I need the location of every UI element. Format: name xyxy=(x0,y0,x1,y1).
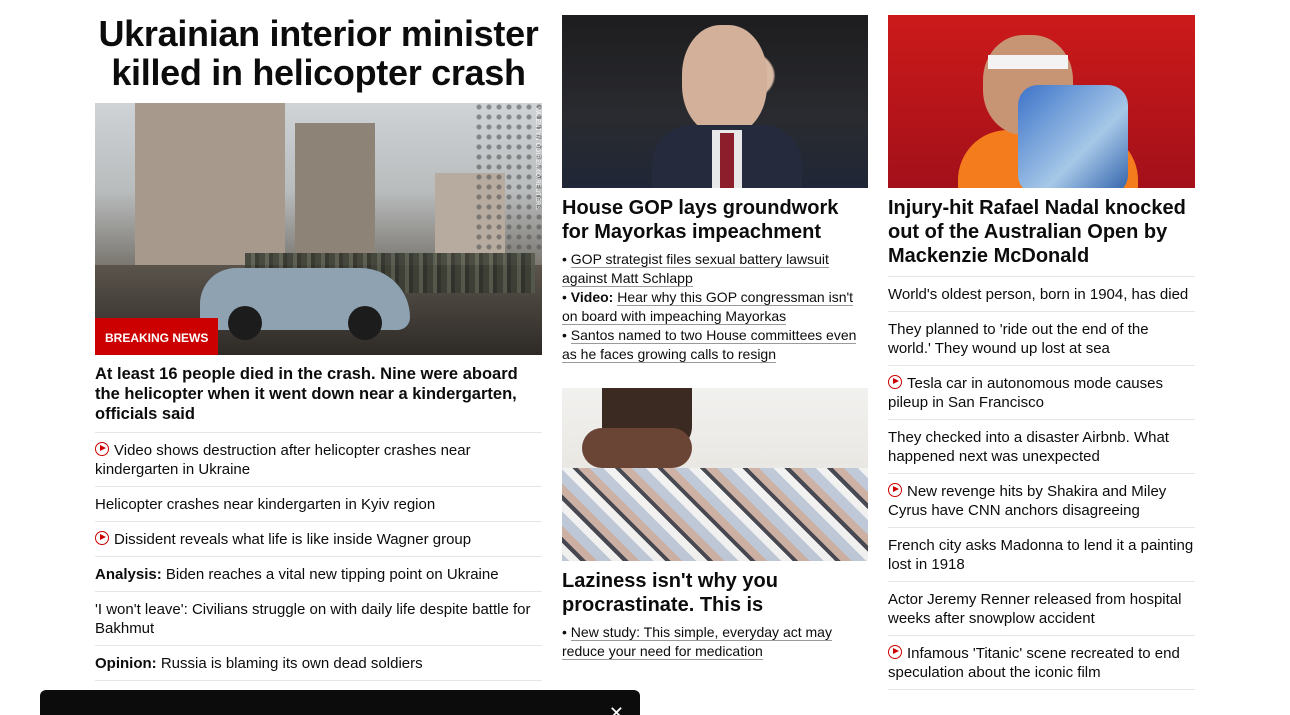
lead-hero-image[interactable]: VALENTYN OGIRENKO/REUTERS BREAKING NEWS xyxy=(95,103,542,355)
headline-link[interactable]: Infamous 'Titanic' scene recreated to en… xyxy=(888,636,1195,690)
right-column-links: World's oldest person, born in 1904, has… xyxy=(888,276,1195,690)
lead-related-links: Video shows destruction after helicopter… xyxy=(95,433,542,715)
sublink-item[interactable]: • New study: This simple, everyday act m… xyxy=(562,623,868,661)
headline-link[interactable]: Analysis: Biden reaches a vital new tipp… xyxy=(95,557,542,592)
headline-link[interactable]: They planned to 'ride out the end of the… xyxy=(888,312,1195,366)
link-label-prefix: Opinion: xyxy=(95,655,157,672)
lead-summary[interactable]: At least 16 people died in the crash. Ni… xyxy=(95,364,542,433)
link-text: Video shows destruction after helicopter… xyxy=(95,442,471,478)
play-icon xyxy=(888,645,902,659)
headline-link[interactable]: Video shows destruction after helicopter… xyxy=(95,433,542,487)
mayorkas-photo[interactable] xyxy=(562,15,868,188)
link-text: They planned to 'ride out the end of the… xyxy=(888,321,1149,357)
link-text: French city asks Madonna to lend it a pa… xyxy=(888,537,1194,573)
wheel-shape xyxy=(348,306,382,340)
link-text: Russia is blaming its own dead soldiers xyxy=(156,655,423,672)
link-text: New revenge hits by Shakira and Miley Cy… xyxy=(888,483,1167,519)
link-text: They checked into a disaster Airbnb. Wha… xyxy=(888,429,1169,465)
link-text: Santos named to two House committees eve… xyxy=(562,327,857,363)
headline-link[interactable]: Dissident reveals what life is like insi… xyxy=(95,522,542,557)
nadal-story-title[interactable]: Injury-hit Rafael Nadal knocked out of t… xyxy=(888,196,1195,268)
link-text: Actor Jeremy Renner released from hospit… xyxy=(888,591,1182,627)
link-text: Tesla car in autonomous mode causes pile… xyxy=(888,375,1163,411)
right-column: Injury-hit Rafael Nadal knocked out of t… xyxy=(888,0,1195,690)
laziness-story-title[interactable]: Laziness isn't why you procrastinate. Th… xyxy=(562,569,868,617)
breaking-news-badge: BREAKING NEWS xyxy=(95,318,219,355)
headline-link[interactable]: Opinion: Russia is blaming its own dead … xyxy=(95,646,542,681)
photo-credit: VALENTYN OGIRENKO/REUTERS xyxy=(534,107,540,211)
play-icon xyxy=(95,531,109,545)
link-text: GOP strategist files sexual battery laws… xyxy=(562,251,829,287)
link-text: New study: This simple, everyday act may… xyxy=(562,624,832,660)
sublink-item[interactable]: • Santos named to two House committees e… xyxy=(562,326,868,364)
link-text: 'I won't leave': Civilians struggle on w… xyxy=(95,601,531,637)
middle-column: House GOP lays groundwork for Mayorkas i… xyxy=(562,0,868,661)
headline-link[interactable]: New revenge hits by Shakira and Miley Cy… xyxy=(888,474,1195,528)
sublink-item[interactable]: • Video: Hear why this GOP congressman i… xyxy=(562,288,868,326)
link-text: Infamous 'Titanic' scene recreated to en… xyxy=(888,645,1180,681)
link-text: Helicopter crashes near kindergarten in … xyxy=(95,496,436,513)
laziness-photo[interactable] xyxy=(562,388,868,561)
sublink-item[interactable]: • GOP strategist files sexual battery la… xyxy=(562,250,868,288)
headline-link[interactable]: They checked into a disaster Airbnb. Wha… xyxy=(888,420,1195,474)
tie-shape xyxy=(720,133,734,188)
link-text: World's oldest person, born in 1904, has… xyxy=(888,286,1189,303)
headline-link[interactable]: Tesla car in autonomous mode causes pile… xyxy=(888,366,1195,420)
link-text: Biden reaches a vital new tipping point … xyxy=(161,566,499,583)
portrait-head-shape xyxy=(682,25,767,135)
clothes-pile-shape xyxy=(562,468,868,561)
play-icon xyxy=(888,375,902,389)
sticky-video-player-bar[interactable]: ✕ xyxy=(40,690,640,715)
arm-shape xyxy=(582,428,692,468)
play-icon xyxy=(95,442,109,456)
link-label-prefix: Video: xyxy=(570,289,614,305)
mayorkas-story-title[interactable]: House GOP lays groundwork for Mayorkas i… xyxy=(562,196,868,244)
headband-shape xyxy=(988,55,1068,69)
nadal-photo[interactable] xyxy=(888,15,1195,188)
headline-link[interactable]: French city asks Madonna to lend it a pa… xyxy=(888,528,1195,582)
tree-shape xyxy=(475,103,542,253)
wheel-shape xyxy=(228,306,262,340)
lead-headline[interactable]: Ukrainian interior minister killed in he… xyxy=(95,14,542,92)
lead-story-column: Ukrainian interior minister killed in he… xyxy=(95,0,542,715)
headline-link[interactable]: 'I won't leave': Civilians struggle on w… xyxy=(95,592,542,646)
headline-link[interactable]: Actor Jeremy Renner released from hospit… xyxy=(888,582,1195,636)
car-shape xyxy=(200,268,410,340)
mayorkas-sublinks: • GOP strategist files sexual battery la… xyxy=(562,250,868,364)
laziness-sublinks: • New study: This simple, everyday act m… xyxy=(562,623,868,661)
towel-shape xyxy=(1018,85,1128,188)
headline-link[interactable]: World's oldest person, born in 1904, has… xyxy=(888,277,1195,312)
close-icon[interactable]: ✕ xyxy=(609,704,624,715)
play-icon xyxy=(888,483,902,497)
headline-link[interactable]: Helicopter crashes near kindergarten in … xyxy=(95,487,542,522)
link-label-prefix: Analysis: xyxy=(95,566,162,583)
link-text: Dissident reveals what life is like insi… xyxy=(114,531,472,548)
